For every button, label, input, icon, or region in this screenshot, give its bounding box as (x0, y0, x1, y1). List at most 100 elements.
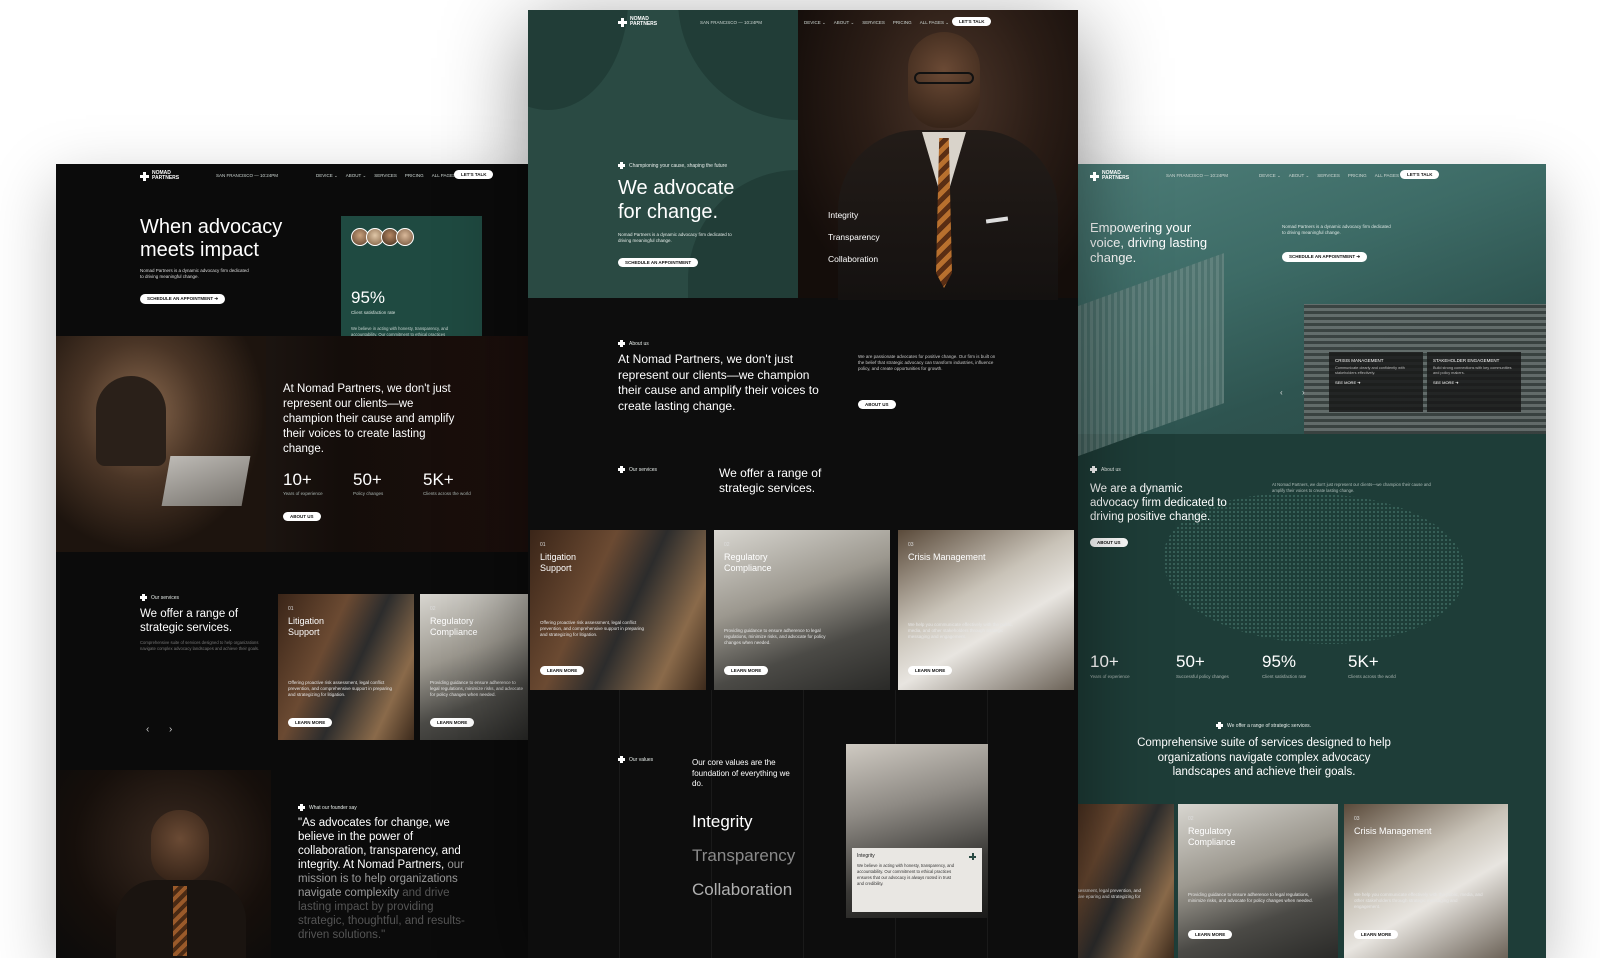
service-card-crisis[interactable]: 03 Crisis Management We help you communi… (1344, 804, 1508, 958)
stat-value: 10+ (1090, 652, 1119, 671)
values-eyebrow: Our values (618, 756, 653, 763)
about-title: We are a dynamic advocacy firm dedicated… (1090, 483, 1227, 523)
hero-subtitle: Nomad Partners is a dynamic advocacy fir… (1282, 224, 1391, 235)
stat-label: Clients across the world (1348, 674, 1396, 679)
brand-logo[interactable]: NOMAD PARTNERS (1090, 171, 1129, 181)
nav-link-pricing[interactable]: PRICING (1348, 173, 1367, 179)
hero-value-item: Integrity (828, 210, 859, 220)
lets-talk-button[interactable]: LET'S TALK (1400, 170, 1440, 179)
hero-title: Empowering your voice, driving lasting c… (1090, 220, 1208, 265)
person-silhouette (96, 376, 166, 466)
services-eyebrow: Our services (140, 594, 179, 601)
hero-card[interactable]: STAKEHOLDER ENGAGEMENT Build strong conn… (1427, 352, 1521, 412)
stat-value: 5K+ (423, 470, 454, 489)
service-card-litigation[interactable]: 01 Litigation Support Offering proactive… (530, 530, 706, 690)
card-description: Providing guidance to ensure adherence t… (724, 628, 826, 645)
services-eyebrow: Our services (618, 466, 657, 473)
founder-tie (173, 886, 187, 956)
hero-appointment-button[interactable]: SCHEDULE AN APPOINTMENT ➔ (140, 294, 226, 304)
hero-card-text: Build strong connections with key commun… (1433, 366, 1512, 375)
hero-subtitle: Nomad Partners is a dynamic advocacy fir… (140, 268, 249, 279)
plus-icon (298, 804, 305, 811)
services-title: Comprehensive suite of services designed… (1137, 737, 1391, 778)
card-description: Offering proactive risk assessment, lega… (288, 680, 393, 697)
about-us-button[interactable]: ABOUT US (1090, 538, 1128, 547)
learn-more-button[interactable]: LEARN MORE (430, 718, 475, 727)
hero-appointment-button[interactable]: SCHEDULE AN APPOINTMENT ➔ (1282, 252, 1368, 262)
hero-appointment-button[interactable]: SCHEDULE AN APPOINTMENT (618, 258, 699, 267)
service-card-litigation[interactable]: 01 Litigation Support Offering proactive… (278, 594, 414, 740)
service-card-crisis[interactable]: 03 Crisis Management We help you communi… (898, 530, 1074, 690)
about-us-button[interactable]: ABOUT US (283, 512, 321, 521)
hero-portrait: Integrity Transparency Collaboration (798, 10, 1078, 300)
card-number: 02 (430, 606, 436, 612)
hero-card-link[interactable]: SEE MORE ➔ (1433, 380, 1515, 385)
nav-link-pricing[interactable]: PRICING (893, 20, 912, 26)
learn-more-button[interactable]: LEARN MORE (1188, 930, 1233, 939)
nav-link-all-pages[interactable]: ALL PAGES ⌄ (920, 20, 949, 26)
brand-logo[interactable]: NOMAD PARTNERS (140, 171, 179, 181)
stat-big-value: 95% (351, 288, 386, 307)
plus-icon (618, 756, 625, 763)
hero-prev-arrow-icon[interactable]: ‹ (1280, 388, 1283, 397)
card-description: We help you communicate effectively with… (908, 622, 1014, 639)
stat-label: Successful policy changes (1176, 674, 1229, 679)
hero-card-link[interactable]: SEE MORE ➔ (1335, 380, 1417, 385)
nav-link-device[interactable]: DEVICE ⌄ (1259, 173, 1281, 179)
stat-label: Policy changes (353, 491, 384, 496)
left-page-mockup: NOMAD PARTNERS SAN FRANCISCO — 10:24PM DE… (56, 164, 530, 958)
card-title: Litigation Support (540, 552, 577, 573)
about-us-button[interactable]: ABOUT US (858, 400, 896, 409)
nav-links: DEVICE ⌄ ABOUT ⌄ SERVICES PRICING ALL PA… (1259, 173, 1404, 179)
top-nav: NOMAD PARTNERS SAN FRANCISCO — 10:24PM DE… (1054, 164, 1546, 186)
founder-head (151, 810, 209, 882)
about-eyebrow-text: About us (1101, 466, 1121, 473)
hero-card[interactable]: CRISIS MANAGEMENT Communicate clearly an… (1329, 352, 1423, 412)
about-title: At Nomad Partners, we don't just represe… (618, 352, 819, 413)
stat-value: 50+ (353, 470, 382, 489)
learn-more-button[interactable]: LEARN MORE (724, 666, 769, 675)
card-title: Litigation Support (288, 616, 325, 637)
founder-photo (56, 770, 271, 958)
hero-next-arrow-icon[interactable]: › (1302, 388, 1305, 397)
learn-more-button[interactable]: LEARN MORE (288, 718, 333, 727)
value-big-integrity: Integrity (692, 812, 753, 831)
prev-arrow-icon[interactable]: ‹ (146, 724, 149, 735)
nav-link-services[interactable]: SERVICES (374, 173, 397, 179)
hero-card-title: STAKEHOLDER ENGAGEMENT (1433, 358, 1500, 363)
nav-link-device[interactable]: DEVICE ⌄ (316, 173, 338, 179)
plus-icon (1216, 722, 1223, 729)
service-card-regulatory[interactable]: 02 Regulatory Compliance Providing guida… (1178, 804, 1338, 958)
nav-link-device[interactable]: DEVICE ⌄ (804, 20, 826, 26)
plus-accent-icon (969, 853, 976, 860)
value-big-transparency: Transparency (692, 846, 796, 865)
nav-links: DEVICE ⌄ ABOUT ⌄ SERVICES PRICING ALL PA… (804, 20, 949, 26)
service-card-regulatory[interactable]: 02 Regulatory Compliance Providing guida… (420, 594, 530, 740)
nav-link-services[interactable]: SERVICES (862, 20, 885, 26)
brand-logo[interactable]: NOMAD PARTNERS (618, 17, 657, 27)
founder-eyebrow: What our founder say (298, 804, 357, 811)
values-eyebrow-text: Our values (629, 756, 654, 763)
lets-talk-button[interactable]: LET'S TALK (952, 17, 992, 26)
hero-card-text: Communicate clearly and confidently with… (1335, 366, 1405, 375)
next-arrow-icon[interactable]: › (169, 724, 172, 735)
card-title: Regulatory Compliance (1188, 826, 1236, 847)
card-description: We help you communicate effectively with… (1354, 892, 1483, 909)
nav-link-services[interactable]: SERVICES (1317, 173, 1340, 179)
founder-quote: "As advocates for change, we believe in … (298, 816, 478, 942)
nav-link-about[interactable]: ABOUT ⌄ (1289, 173, 1309, 179)
card-number: 03 (1354, 816, 1360, 822)
learn-more-button[interactable]: LEARN MORE (540, 666, 585, 675)
nav-link-pricing[interactable]: PRICING (405, 173, 424, 179)
nav-link-about[interactable]: ABOUT ⌄ (834, 20, 854, 26)
avatar-group (351, 228, 414, 246)
service-card-regulatory[interactable]: 02 Regulatory Compliance Providing guida… (714, 530, 890, 690)
card-number: 01 (540, 542, 546, 548)
learn-more-button[interactable]: LEARN MORE (1354, 930, 1399, 939)
about-eyebrow: About us (618, 340, 649, 347)
lets-talk-button[interactable]: LET'S TALK (454, 170, 494, 179)
hero-eyebrow: Championing your cause, shaping the futu… (618, 162, 727, 169)
learn-more-button[interactable]: LEARN MORE (908, 666, 953, 675)
card-title: Crisis Management (908, 552, 986, 562)
nav-link-about[interactable]: ABOUT ⌄ (346, 173, 366, 179)
